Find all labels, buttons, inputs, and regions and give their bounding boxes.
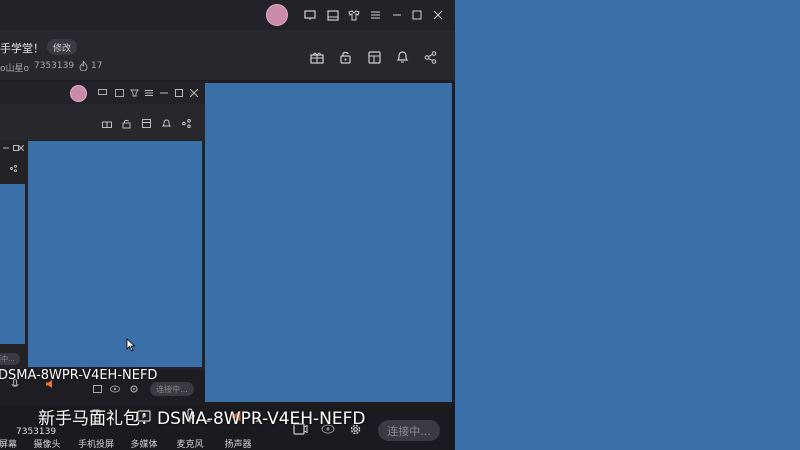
tool-multimedia-label: 多媒体 (130, 440, 158, 450)
mid-video-icon[interactable] (92, 384, 102, 394)
mid-close-icon[interactable] (189, 88, 199, 98)
mid-bell-icon[interactable] (161, 118, 172, 129)
mid-header (0, 104, 205, 140)
outer-title-bar (0, 0, 455, 30)
skin-icon[interactable] (347, 8, 361, 22)
minimize-icon[interactable] (390, 8, 404, 22)
mid-maximize-icon[interactable] (174, 88, 184, 98)
bottom-overlay-code: 新手马面礼包：DSMA-8WPR-V4EH-NEFD (38, 409, 366, 429)
mid-connect-button[interactable]: 连接中... (150, 382, 194, 396)
mid-skin-icon[interactable] (129, 88, 139, 98)
layout-panel-icon[interactable] (366, 49, 382, 65)
layout-icon[interactable] (326, 8, 340, 22)
share-icon[interactable] (422, 49, 438, 65)
flame-icon (78, 61, 88, 71)
mid-screen-icon[interactable] (97, 88, 107, 98)
mid-unlock-icon[interactable] (121, 118, 132, 129)
mid-gift-icon[interactable] (101, 118, 112, 129)
tool-screen-label: 屏幕 (0, 440, 17, 450)
unlock-icon[interactable] (337, 49, 353, 65)
mid-layout-icon[interactable] (114, 88, 124, 98)
menu-icon[interactable] (368, 8, 382, 22)
mid-preview-canvas (28, 141, 202, 367)
inner-share-icon[interactable] (9, 164, 17, 172)
mid-share-icon[interactable] (181, 118, 192, 129)
mid-menu-icon[interactable] (144, 88, 154, 98)
mid-overlay-code: DSMA-8WPR-V4EH-NEFD (0, 368, 158, 383)
outer-app-window: 手学堂！ 修改 o山星o 7353139 17 中... 连接中... DSMA… (0, 0, 455, 450)
gift-icon[interactable] (309, 49, 325, 65)
inner-preview-canvas (0, 184, 25, 344)
close-icon[interactable] (431, 8, 445, 22)
outer-header: 手学堂！ 修改 o山星o 7353139 17 (0, 30, 455, 80)
tool-speaker-label: 扬声器 (224, 440, 252, 450)
maximize-icon[interactable] (410, 8, 424, 22)
inner-app-window: 连接中... (0, 140, 27, 370)
screen-icon[interactable] (303, 8, 317, 22)
desktop-background (455, 0, 800, 450)
mid-gear-icon[interactable] (128, 383, 139, 394)
avatar[interactable] (266, 4, 288, 26)
heat-count: 17 (91, 61, 103, 71)
tool-phone-cast-label: 手机投屏 (77, 440, 114, 450)
mid-app-window: 连接中... 连接中... DSMA-8WPR-V4EH-NEFD (0, 82, 205, 404)
inner-close-icon[interactable] (17, 144, 25, 152)
inner-minimize-icon[interactable] (2, 144, 10, 152)
stream-title: 手学堂！ (0, 42, 44, 55)
mid-layout-panel-icon[interactable] (141, 118, 152, 129)
room-id: 7353139 (34, 61, 75, 71)
host-name: o山星o (0, 64, 30, 74)
tool-camera-label: 摄像头 (33, 440, 61, 450)
mid-minimize-icon[interactable] (159, 88, 169, 98)
tool-microphone-label: 麦克风 (176, 440, 204, 450)
mid-avatar[interactable] (70, 85, 87, 102)
bell-icon[interactable] (394, 49, 410, 65)
inner-connect-button[interactable]: 连接中... (0, 353, 20, 365)
connect-button[interactable]: 连接中... (378, 420, 440, 441)
outer-preview-canvas (205, 83, 452, 402)
edit-title-button[interactable]: 修改 (47, 39, 77, 55)
mouse-cursor-icon (126, 338, 136, 352)
mid-eye-icon[interactable] (110, 384, 120, 394)
